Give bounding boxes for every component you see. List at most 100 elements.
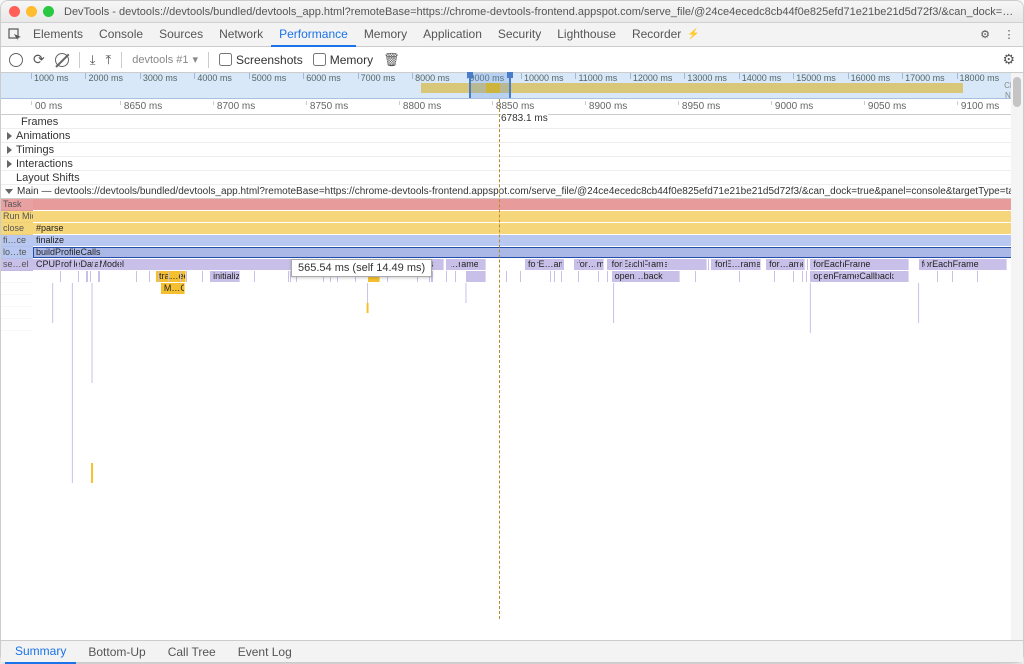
more-icon[interactable]: ⋮ [1001,27,1017,43]
flame-block[interactable]: initialize [210,271,240,282]
ruler-tick: 9100 ms [957,101,999,105]
scrollbar-thumb[interactable] [1013,77,1021,107]
tab-sources[interactable]: Sources [151,23,211,47]
flame-detail-area [33,283,1017,553]
flame-tooltip: 565.54 ms (self 14.49 ms) [291,259,432,277]
overview-tick: 10000 ms [521,73,564,79]
overview-tick: 14000 ms [739,73,782,79]
overview-tick: 11000 ms [575,73,617,79]
tab-network[interactable]: Network [211,23,271,47]
screenshots-label: Screenshots [236,53,303,67]
flame-gutter-row [1,283,33,295]
close-window-button[interactable] [9,6,20,17]
overview-tick: 7000 ms [358,73,396,79]
traffic-lights [9,6,54,17]
details-tab-bottom-up[interactable]: Bottom-Up [78,641,155,663]
overview-selection-window[interactable] [469,73,511,98]
frames-label: Frames [21,116,58,128]
overview-tick: 1000 ms [31,73,69,79]
overview-tick: 5000 ms [249,73,287,79]
zoom-window-button[interactable] [43,6,54,17]
flame-block[interactable]: openFrameCallback [810,271,908,282]
flame-block[interactable] [466,271,486,282]
memory-checkbox[interactable]: Memory [313,53,373,67]
flame-gutter-row [1,271,33,283]
memory-label: Memory [330,53,373,67]
overview-tick: 2000 ms [85,73,123,79]
details-tab-event-log[interactable]: Event Log [228,641,302,663]
overview-tick: 18000 ms [957,73,1000,79]
tab-performance[interactable]: Performance [271,23,356,47]
flame-block[interactable]: …rame [446,259,485,270]
tab-security[interactable]: Security [490,23,549,47]
chevron-down-icon: ▾ [193,53,199,66]
clear-button[interactable] [55,53,69,67]
flame-gutter-row [1,319,33,331]
save-profile-button[interactable]: ⤒ [105,52,111,68]
flame-block[interactable]: forE…ame [525,259,564,270]
tab-recorder[interactable]: Recorder [624,23,689,47]
minimize-window-button[interactable] [26,6,37,17]
inspect-element-icon[interactable] [7,27,23,43]
profile-selector[interactable]: devtools #1 ▾ [132,53,198,66]
recorder-badge-icon: ⚡ [687,29,699,40]
ruler-tick: 00 ms [31,101,62,105]
screenshots-checkbox-input[interactable] [219,53,232,66]
timeline-ruler[interactable]: 00 ms8650 ms8700 ms8750 ms8800 ms8850 ms… [1,99,1023,115]
expand-icon [7,132,12,140]
ruler-tick: 9050 ms [864,101,906,105]
overview-tick: 4000 ms [194,73,232,79]
separator [79,52,80,68]
tab-application[interactable]: Application [415,23,490,47]
settings-icon[interactable]: ⚙ [977,27,993,43]
reload-record-button[interactable]: ⟳ [33,51,45,68]
flame-gutter-row: fi…ce [1,235,33,247]
collect-garbage-icon[interactable]: 🗑 [383,52,400,68]
tab-lighthouse[interactable]: Lighthouse [549,23,624,47]
overview-tick: 3000 ms [140,73,178,79]
screenshots-checkbox[interactable]: Screenshots [219,53,303,67]
panel-tabs: ElementsConsoleSourcesNetworkPerformance… [1,23,1023,47]
separator [121,52,122,68]
animations-track[interactable]: Animations [1,129,1023,143]
tooltip-text: 565.54 ms (self 14.49 ms) [298,262,425,274]
animations-label: Animations [16,130,70,142]
flame-chart[interactable]: TaskRun Microtasksclosefi…celo…tese…el #… [1,199,1023,579]
flame-block[interactable]: #parse [33,223,1017,234]
tab-elements[interactable]: Elements [25,23,91,47]
flame-block[interactable]: finalize [33,235,1017,246]
ruler-tick: 8850 ms [492,101,534,105]
flame-block[interactable]: tra…ee [156,271,186,282]
tab-memory[interactable]: Memory [356,23,415,47]
record-button[interactable] [9,53,23,67]
flame-block[interactable]: buildProfileCalls [33,247,1017,258]
flame-block[interactable]: forEachFrame [919,259,1008,270]
flame-gutter-row: Task [1,199,33,211]
capture-settings-icon[interactable]: ⚙ [1002,51,1015,68]
window-titlebar: DevTools - devtools://devtools/bundled/d… [1,1,1023,23]
window-title: DevTools - devtools://devtools/bundled/d… [64,6,1015,18]
overview-tick: 15000 ms [793,73,836,79]
details-tab-summary[interactable]: Summary [5,640,76,664]
flame-block[interactable] [33,199,1017,210]
tab-console[interactable]: Console [91,23,151,47]
load-profile-button[interactable]: ⤓ [90,52,96,68]
interactions-label: Interactions [16,158,73,170]
timings-track[interactable]: Timings [1,143,1023,157]
performance-toolbar: ⟳ ⤓ ⤒ devtools #1 ▾ Screenshots Memory 🗑… [1,47,1023,73]
details-tab-call-tree[interactable]: Call Tree [158,641,226,663]
timeline-overview[interactable]: 1000 ms 2000 ms 3000 ms 4000 ms 5000 ms 6000 … [1,73,1023,99]
main-thread-header[interactable]: Main — devtools://devtools/bundled/devto… [1,185,1023,199]
interactions-track[interactable]: Interactions [1,157,1023,171]
layout-shifts-track[interactable]: Layout Shifts [1,171,1023,185]
flame-gutter-row [1,307,33,319]
vertical-scrollbar[interactable] [1011,73,1023,640]
overview-tick: 6000 ms [303,73,341,79]
overview-tick: 12000 ms [630,73,673,79]
flame-block[interactable]: open…back [612,271,681,282]
memory-checkbox-input[interactable] [313,53,326,66]
layout-shifts-label: Layout Shifts [16,172,80,184]
flame-gutter-row [1,295,33,307]
ruler-tick: 8700 ms [213,101,255,105]
flame-block[interactable] [33,211,1017,222]
